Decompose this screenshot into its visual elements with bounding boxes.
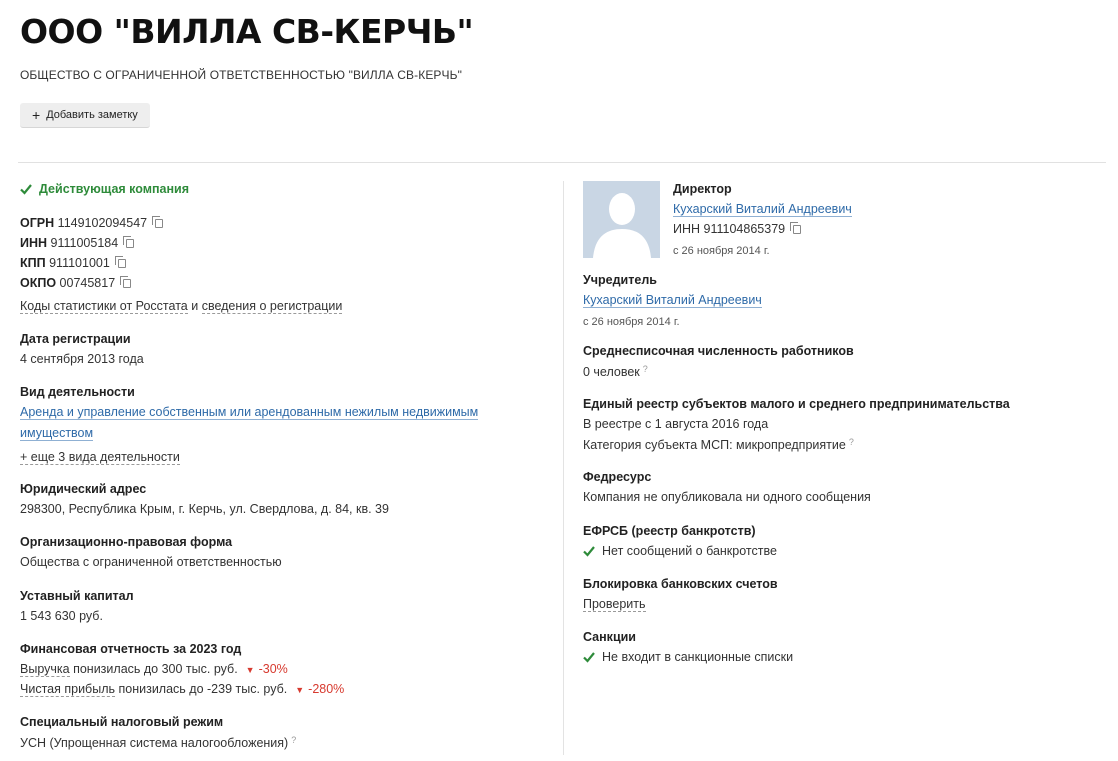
efrsb-label: ЕФРСБ (реестр банкротств) — [583, 524, 756, 538]
tax-value: УСН (Упрощенная система налогообложения)… — [20, 735, 297, 750]
status-badge: Действующая компания — [20, 182, 189, 196]
revenue-link[interactable]: Выручка — [20, 662, 70, 677]
copy-icon[interactable] — [123, 236, 135, 248]
address-value: 298300, Республика Крым, г. Керчь, ул. С… — [20, 502, 389, 516]
plus-icon: + — [32, 107, 41, 123]
activity-more-link[interactable]: + еще 3 вида деятельности — [20, 450, 180, 465]
sanctions-label: Санкции — [583, 630, 636, 644]
avatar-placeholder — [583, 181, 660, 258]
block-check-link[interactable]: Проверить — [583, 597, 646, 612]
copy-icon[interactable] — [152, 216, 164, 228]
director-since: с 26 ноября 2014 г. — [673, 245, 770, 257]
activity-link-line1[interactable]: Аренда и управление собственным или арен… — [20, 405, 479, 420]
check-icon — [583, 652, 595, 663]
finance-label: Финансовая отчетность за 2023 год — [20, 642, 242, 656]
profit-row: Чистая прибыль понизилась до -239 тыс. р… — [20, 682, 345, 697]
kpp-value: 911101001 — [49, 256, 110, 270]
company-full-name: ОБЩЕСТВО С ОГРАНИЧЕННОЙ ОТВЕТСТВЕННОСТЬЮ… — [20, 68, 462, 82]
revenue-row: Выручка понизилась до 300 тыс. руб. ▼ -30% — [20, 662, 288, 677]
arrow-down-icon: ▼ — [295, 685, 305, 695]
employees-label: Среднесписочная численность работников — [583, 344, 854, 358]
stats-codes-link[interactable]: Коды статистики от Росстата — [20, 299, 188, 314]
profit-change: -280% — [308, 682, 345, 696]
director-name-link[interactable]: Кухарский Виталий Андреевич — [673, 202, 852, 217]
registration-info-link[interactable]: сведения о регистрации — [201, 299, 343, 314]
efrsb-value: Нет сообщений о банкротстве — [583, 544, 777, 558]
company-title: ООО "ВИЛЛА СВ-КЕРЧЬ" — [20, 12, 474, 51]
legal-form-label: Организационно-правовая форма — [20, 535, 233, 549]
director-inn: ИНН 911104865379 — [673, 222, 802, 236]
okpo-value: 00745817 — [59, 276, 116, 290]
inn-value: 9111005184 — [50, 236, 119, 250]
msp-label: Единый реестр субъектов малого и среднег… — [583, 397, 1010, 411]
check-icon — [20, 184, 32, 195]
arrow-down-icon: ▼ — [245, 665, 255, 675]
employees-value: 0 человек? — [583, 364, 648, 379]
column-divider — [563, 181, 564, 755]
address-label: Юридический адрес — [20, 482, 147, 496]
add-note-button[interactable]: + Добавить заметку — [20, 103, 150, 128]
copy-icon[interactable] — [114, 256, 126, 268]
add-note-label: Добавить заметку — [46, 109, 138, 121]
check-icon — [583, 546, 595, 557]
legal-form-value: Общества с ограниченной ответственностью — [20, 555, 282, 569]
profit-link[interactable]: Чистая прибыль — [20, 682, 115, 697]
founder-name-link[interactable]: Кухарский Виталий Андреевич — [583, 293, 762, 308]
fedresurs-value: Компания не опубликовала ни одного сообщ… — [583, 490, 871, 504]
question-icon[interactable]: ? — [643, 364, 648, 374]
activity-label: Вид деятельности — [20, 385, 135, 399]
question-icon[interactable]: ? — [849, 437, 854, 447]
stats-links: Коды статистики от Росстата и сведения о… — [20, 299, 343, 314]
capital-label: Уставный капитал — [20, 589, 134, 603]
copy-icon[interactable] — [790, 222, 802, 234]
capital-value: 1 543 630 руб. — [20, 609, 103, 623]
inn-row: ИНН 9111005184 — [20, 236, 135, 250]
director-label: Директор — [673, 182, 732, 196]
ogrn-row: ОГРН 1149102094547 — [20, 216, 164, 230]
sanctions-value: Не входит в санкционные списки — [583, 650, 793, 664]
copy-icon[interactable] — [120, 276, 132, 288]
tax-label: Специальный налоговый режим — [20, 715, 224, 729]
founder-since: с 26 ноября 2014 г. — [583, 316, 680, 328]
revenue-change: -30% — [258, 662, 288, 676]
reg-date-label: Дата регистрации — [20, 332, 131, 346]
activity-link-line2[interactable]: имуществом — [20, 426, 94, 441]
msp-category: Категория субъекта МСП: микропредприятие… — [583, 437, 854, 452]
kpp-row: КПП 911101001 — [20, 256, 126, 270]
reg-date-value: 4 сентября 2013 года — [20, 352, 144, 366]
fedresurs-label: Федресурс — [583, 470, 652, 484]
divider — [18, 162, 1106, 163]
okpo-row: ОКПО 00745817 — [20, 276, 132, 290]
ogrn-value: 1149102094547 — [57, 216, 148, 230]
founder-label: Учредитель — [583, 273, 657, 287]
msp-since: В реестре с 1 августа 2016 года — [583, 417, 769, 431]
question-icon[interactable]: ? — [291, 735, 296, 745]
block-label: Блокировка банковских счетов — [583, 577, 778, 591]
